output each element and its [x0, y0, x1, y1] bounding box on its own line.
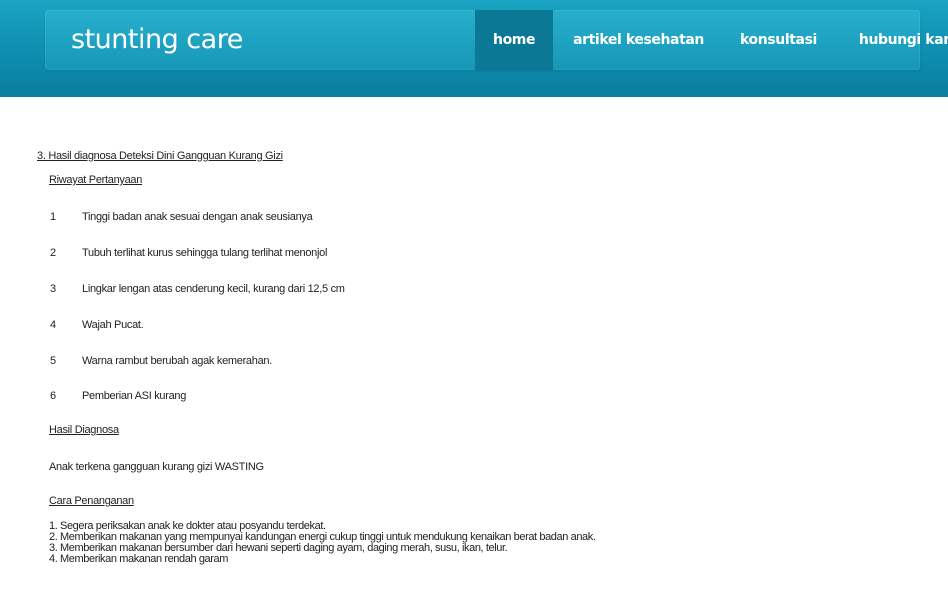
hasil-diagnosa-heading: Hasil Diagnosa [49, 424, 119, 436]
nav-home[interactable]: home [475, 10, 554, 70]
header-bar: stunting care home artikel kesehatan kon… [45, 10, 948, 70]
site-brand[interactable]: stunting care [71, 24, 243, 55]
question-text: Tinggi badan anak sesuai dengan anak seu… [82, 211, 313, 223]
hasil-diagnosa-text: Anak terkena gangguan kurang gizi WASTIN… [49, 461, 264, 473]
question-text: Lingkar lengan atas cenderung kecil, kur… [82, 283, 345, 295]
question-number: 3 [50, 283, 56, 295]
question-number: 5 [50, 355, 56, 367]
site-header: stunting care home artikel kesehatan kon… [0, 0, 948, 97]
penanganan-step: 4. Memberikan makanan rendah garam [49, 553, 229, 565]
question-text: Pemberian ASI kurang [82, 390, 187, 402]
nav-hubungi-kami[interactable]: hubungi kami [843, 10, 948, 70]
question-number: 2 [50, 247, 56, 259]
question-number: 1 [50, 211, 56, 223]
main-nav: home artikel kesehatan konsultasi hubung… [475, 10, 948, 70]
question-number: 4 [50, 319, 56, 331]
question-text: Warna rambut berubah agak kemerahan. [82, 355, 272, 367]
nav-konsultasi[interactable]: konsultasi [724, 10, 833, 70]
question-text: Wajah Pucat. [82, 319, 144, 331]
main-content: 3. Hasil diagnosa Deteksi Dini Gangguan … [0, 97, 948, 590]
cara-penanganan-heading: Cara Penanganan [49, 495, 134, 507]
question-text: Tubuh terlihat kurus sehingga tulang ter… [82, 247, 328, 259]
question-number: 6 [50, 390, 56, 402]
penanganan-list: 1. Segera periksakan anak ke dokter atau… [49, 521, 596, 565]
section-title: 3. Hasil diagnosa Deteksi Dini Gangguan … [37, 150, 283, 162]
nav-artikel-kesehatan[interactable]: artikel kesehatan [557, 10, 720, 70]
riwayat-heading: Riwayat Pertanyaan [49, 174, 143, 186]
